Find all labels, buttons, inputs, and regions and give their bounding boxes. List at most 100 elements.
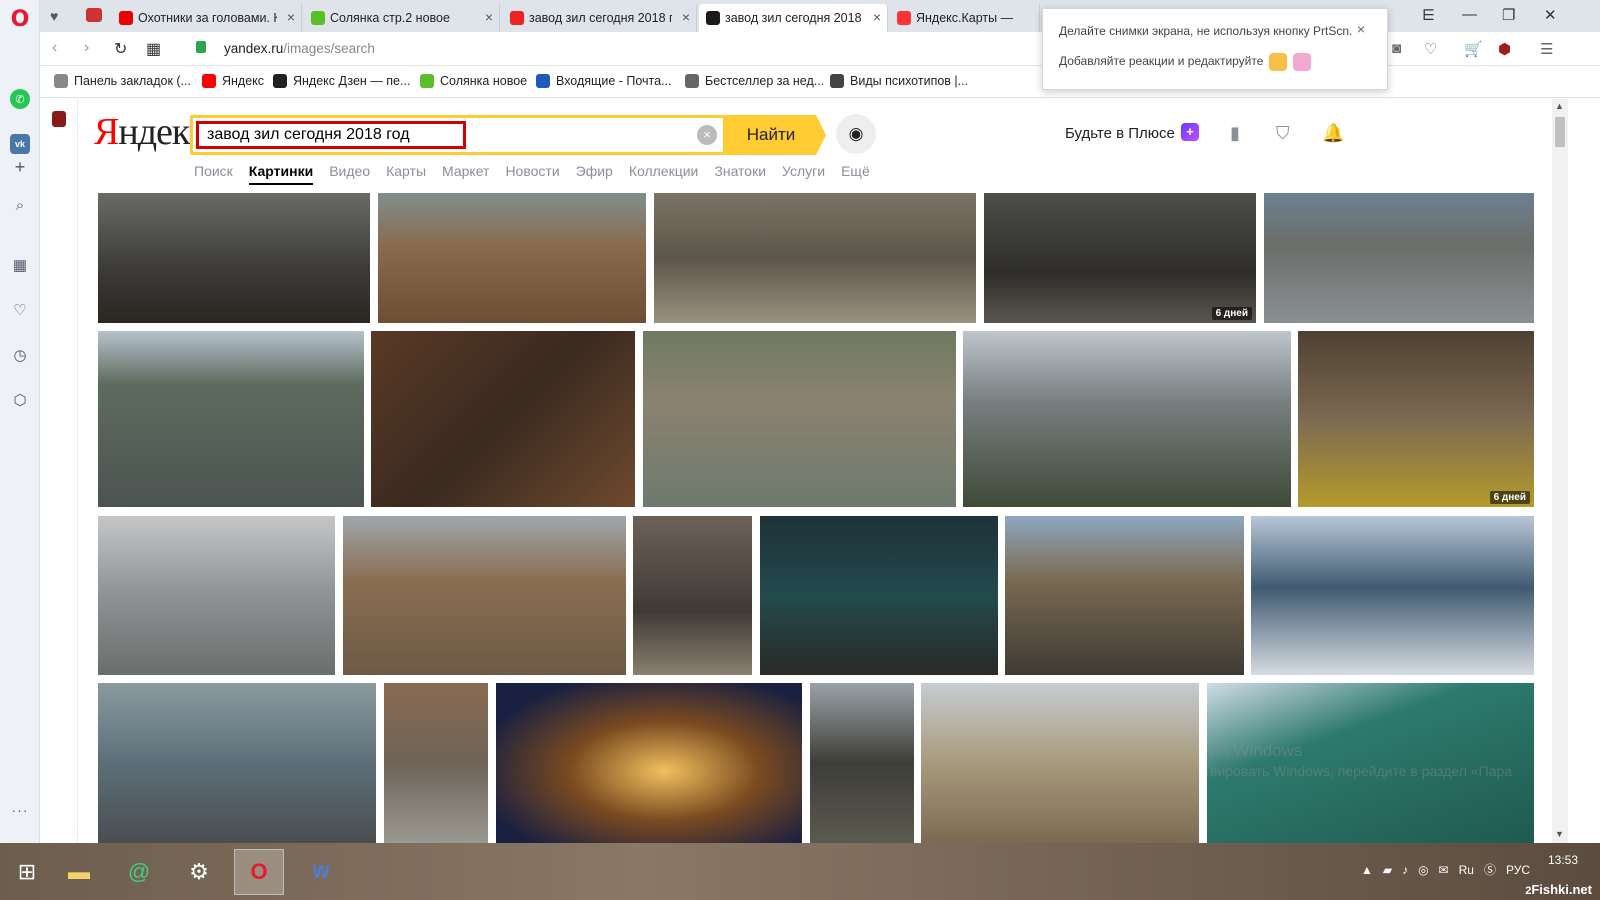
service-tab[interactable]: Маркет xyxy=(442,163,489,185)
address-field[interactable]: yandex.ru/images/search xyxy=(224,41,375,56)
close-window-icon[interactable]: ✕ xyxy=(1544,6,1557,24)
forward-icon[interactable]: › xyxy=(84,39,89,57)
tray-volume-icon[interactable]: ♪ xyxy=(1402,863,1408,877)
image-result[interactable] xyxy=(643,331,956,507)
image-result[interactable] xyxy=(98,683,376,843)
bookmark-item[interactable]: Яндекс Дзен — пе... xyxy=(273,74,410,88)
image-result[interactable] xyxy=(98,193,370,323)
notifications-bell-icon[interactable]: 🔔 xyxy=(1322,123,1344,144)
ublock-icon[interactable] xyxy=(52,111,66,127)
tray-ru-icon[interactable]: Ru xyxy=(1459,863,1474,877)
file-explorer-icon[interactable]: ▬ xyxy=(54,849,104,895)
image-result[interactable] xyxy=(98,516,335,675)
image-result[interactable] xyxy=(760,516,998,675)
tray-skype-icon[interactable]: Ⓢ xyxy=(1484,861,1496,878)
page-scrollbar[interactable]: ▲ ▼ xyxy=(1552,99,1568,843)
browser-tab[interactable]: Солянка стр.2 новое × xyxy=(304,4,500,32)
service-tab[interactable]: Новости xyxy=(505,163,559,185)
tray-mail-icon[interactable]: ✉ xyxy=(1439,863,1449,877)
tab-close-icon[interactable]: × xyxy=(485,9,493,25)
image-result[interactable]: 6 дней xyxy=(1298,331,1534,507)
tab-close-icon[interactable]: × xyxy=(287,9,295,25)
history-clock-icon[interactable]: ◷ xyxy=(10,345,30,365)
add-sidebar-item-icon[interactable]: + xyxy=(10,157,30,177)
whatsapp-icon[interactable]: ✆ xyxy=(10,89,30,109)
image-result[interactable] xyxy=(98,331,364,507)
add-heart-icon[interactable]: ♡ xyxy=(1424,40,1437,58)
image-result[interactable] xyxy=(963,331,1291,507)
camera-search-icon[interactable]: ◉ xyxy=(836,114,876,154)
service-tab[interactable]: Знатоки xyxy=(714,163,766,185)
scroll-down-icon[interactable]: ▼ xyxy=(1555,829,1564,839)
cart-icon[interactable]: 🛒 xyxy=(1464,40,1483,58)
image-result[interactable] xyxy=(1005,516,1244,675)
word-taskbar-icon[interactable]: W xyxy=(296,849,346,895)
search-input[interactable] xyxy=(196,121,466,149)
service-tab[interactable]: Поиск xyxy=(194,163,233,185)
image-result[interactable] xyxy=(496,683,802,843)
browser-tab[interactable]: завод зил сегодня 2018 го × xyxy=(503,4,697,32)
service-tab[interactable]: Ещё xyxy=(841,163,870,185)
image-result[interactable] xyxy=(654,193,976,323)
bookmark-item[interactable]: Панель закладок (... xyxy=(54,74,191,88)
service-tab[interactable]: Услуги xyxy=(782,163,825,185)
scroll-thumb[interactable] xyxy=(1555,117,1565,147)
yandex-logo[interactable]: Яндекс xyxy=(94,110,205,154)
extensions-cube-icon[interactable]: ⬡ xyxy=(10,390,30,410)
plus-promo-link[interactable]: Будьте в Плюсе xyxy=(1065,125,1175,142)
image-result[interactable] xyxy=(1251,516,1534,675)
snapshot-icon[interactable]: ◙ xyxy=(1392,40,1401,57)
vpn-icon[interactable] xyxy=(86,8,102,22)
mail-agent-icon[interactable]: @ xyxy=(114,849,164,895)
vk-icon[interactable]: vk xyxy=(10,134,30,154)
system-clock[interactable]: 13:53 xyxy=(1548,851,1578,869)
bookmark-item[interactable]: Яндекс xyxy=(202,74,264,88)
opera-taskbar-icon[interactable]: O xyxy=(234,849,284,895)
tab-close-icon[interactable]: × xyxy=(682,9,690,25)
ublock-icon[interactable]: ⬢ xyxy=(1498,40,1511,58)
reload-icon[interactable]: ↻ xyxy=(114,39,127,59)
search-icon[interactable]: ⌕ xyxy=(10,195,30,215)
bookmark-item[interactable]: Бестселлер за нед... xyxy=(685,74,824,88)
speed-dial-icon[interactable]: ▦ xyxy=(10,255,30,275)
tray-whatsapp-icon[interactable]: ◎ xyxy=(1418,863,1428,877)
restore-icon[interactable]: ❐ xyxy=(1502,6,1515,24)
service-tab[interactable]: Видео xyxy=(329,163,370,185)
scroll-up-icon[interactable]: ▲ xyxy=(1555,101,1564,111)
minimize-icon[interactable]: — xyxy=(1462,6,1477,23)
popup-close-icon[interactable]: × xyxy=(1357,21,1365,37)
collections-bookmark-icon[interactable]: ▮ xyxy=(1230,123,1240,144)
opera-menu-icon[interactable]: O xyxy=(10,7,30,32)
settings-gear-icon[interactable]: ⚙ xyxy=(174,849,224,895)
service-tab[interactable]: Карты xyxy=(386,163,426,185)
tab-menu-icon[interactable]: ⋿ xyxy=(1422,6,1435,24)
bookmark-item[interactable]: Входящие - Почта... xyxy=(536,74,672,88)
browser-tab[interactable]: Яндекс.Карты — выбир xyxy=(890,4,1040,32)
heart-icon[interactable]: ♥ xyxy=(50,8,58,24)
secure-lock-icon[interactable] xyxy=(196,41,206,53)
tray-up-icon[interactable]: ▲ xyxy=(1361,863,1373,877)
back-icon[interactable]: ‹ xyxy=(52,39,57,57)
image-result[interactable] xyxy=(384,683,488,843)
keyboard-language[interactable]: РУС xyxy=(1506,863,1530,877)
browser-tab[interactable]: завод зил сегодня 2018 го × xyxy=(699,4,888,32)
image-result[interactable] xyxy=(1264,193,1534,323)
windows-start-icon[interactable]: ⊞ xyxy=(2,849,52,895)
bookmark-item[interactable]: Солянка новое xyxy=(420,74,527,88)
protect-shield-icon[interactable]: ⛉ xyxy=(1276,123,1290,144)
image-result[interactable] xyxy=(378,193,646,323)
find-button[interactable]: Найти xyxy=(726,115,816,155)
browser-tab[interactable]: Охотники за головами. Кр × xyxy=(112,4,302,32)
service-tab[interactable]: Эфир xyxy=(576,163,613,185)
service-tab[interactable]: Коллекции xyxy=(629,163,699,185)
clear-search-icon[interactable]: × xyxy=(697,125,717,145)
image-result[interactable] xyxy=(633,516,752,675)
tabs-grid-icon[interactable]: ▦ xyxy=(146,39,161,59)
bookmarks-heart-icon[interactable]: ♡ xyxy=(10,300,30,320)
image-result[interactable] xyxy=(921,683,1199,843)
image-result[interactable] xyxy=(343,516,626,675)
more-icon[interactable]: ··· xyxy=(10,800,30,820)
tray-network-icon[interactable]: ▰ xyxy=(1383,863,1392,877)
service-tab[interactable]: Картинки xyxy=(248,163,314,185)
easy-setup-icon[interactable]: ☰ xyxy=(1540,40,1553,58)
